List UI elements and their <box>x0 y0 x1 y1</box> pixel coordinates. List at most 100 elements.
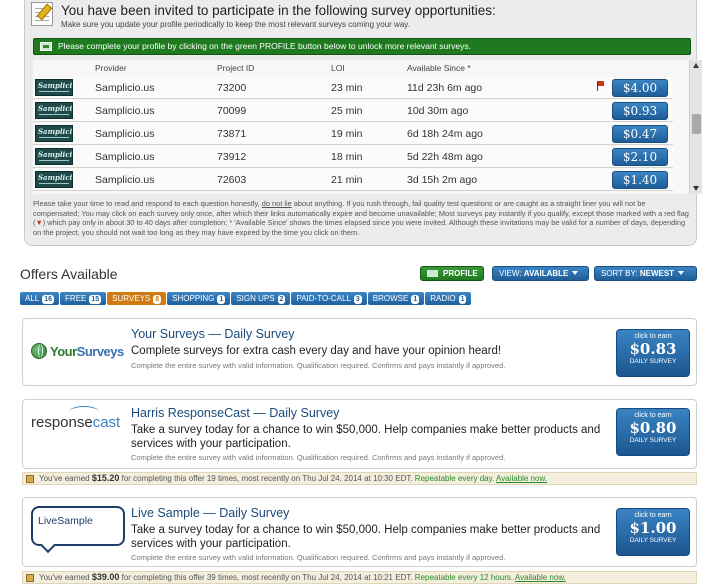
profile-button[interactable]: PROFILE <box>420 266 484 281</box>
table-row[interactable]: Samplicio.us Samplicio.us 73912 18 min 5… <box>33 146 673 168</box>
tab-browse[interactable]: BROWSE 1 <box>367 292 425 305</box>
view-value: AVAILABLE <box>523 269 569 278</box>
project-id-cell: 73912 <box>217 151 247 163</box>
profile-button-label: PROFILE <box>443 269 478 278</box>
available-now-link[interactable]: Available now. <box>515 573 566 582</box>
earn-caption: click to earn <box>634 333 672 340</box>
earn-amount: $0.80 <box>629 419 677 437</box>
scroll-thumb[interactable] <box>692 114 701 134</box>
available-now-link[interactable]: Available now. <box>496 474 547 483</box>
earn-amount: $0.83 <box>629 340 677 358</box>
sort-value: NEWEST <box>639 269 675 278</box>
table-row[interactable]: Samplicio.us Samplicio.us 73871 19 min 6… <box>33 123 673 145</box>
earned-amount: $39.00 <box>91 572 120 582</box>
offer-description: Take a survey today for a chance to win … <box>131 424 601 450</box>
table-row[interactable]: Samplicio.us Samplicio.us 70099 25 min 1… <box>33 100 673 122</box>
offer-name[interactable]: Your Surveys — Daily Survey <box>131 327 295 341</box>
col-available-since: Available Since * <box>407 63 471 73</box>
survey-table: Provider Project ID LOI Available Since … <box>33 60 695 194</box>
view-filter-dropdown[interactable]: VIEW: AVAILABLE <box>492 266 589 281</box>
invite-subtitle: Make sure you update your profile period… <box>61 20 410 29</box>
livesample-logo: LiveSample <box>31 506 125 546</box>
provider-cell: Samplicio.us <box>95 174 155 186</box>
click-to-earn-button[interactable]: click to earn $0.80 DAILY SURVEY <box>616 408 690 456</box>
logo-part: LiveSample <box>38 515 93 527</box>
sort-label: SORT BY: <box>601 269 638 278</box>
invite-title: You have been invited to participate in … <box>61 3 496 18</box>
project-id-cell: 72603 <box>217 174 247 186</box>
offer-name[interactable]: Harris ResponseCast — Daily Survey <box>131 406 339 420</box>
tab-count: 1 <box>411 295 420 304</box>
offer-category-tabs: ALL 16 FREE 15 SURVEYS 8 SHOPPING 1 SIGN UPS… <box>20 292 472 305</box>
survey-price-button[interactable]: $0.93 <box>612 102 668 120</box>
table-row[interactable]: Samplicio.us Samplicio.us 73200 23 min 1… <box>33 77 673 99</box>
offer-requirements: Complete the entire survey with valid in… <box>131 361 506 370</box>
samplicious-logo: Samplicio.us <box>35 79 73 96</box>
earned-amount: $15.20 <box>91 473 120 483</box>
click-to-earn-button[interactable]: click to earn $0.83 DAILY SURVEY <box>616 329 690 377</box>
survey-price-button[interactable]: $1.40 <box>612 171 668 189</box>
tab-label: SURVEYS <box>112 294 151 303</box>
loi-cell: 18 min <box>331 151 363 163</box>
logo-part: Your <box>50 343 77 359</box>
earned-history: You've earned $39.00 for completing this… <box>22 571 697 584</box>
scroll-up-icon[interactable] <box>693 63 699 68</box>
sort-dropdown[interactable]: SORT BY: NEWEST <box>594 266 697 281</box>
offer-card[interactable]: responsecast Harris ResponseCast — Daily… <box>22 399 697 469</box>
samplicious-logo: Samplicio.us <box>35 102 73 119</box>
your-surveys-wordmark: YourSurveys <box>50 344 124 359</box>
tab-paid-to-call[interactable]: PAID-TO-CALL 3 <box>291 292 367 305</box>
offer-requirements: Complete the entire survey with valid in… <box>131 553 506 562</box>
logo-swoosh <box>69 406 99 418</box>
tab-free[interactable]: FREE 15 <box>60 292 107 305</box>
earn-type: DAILY SURVEY <box>629 358 677 365</box>
click-to-earn-button[interactable]: click to earn $1.00 DAILY SURVEY <box>616 508 690 556</box>
provider-cell: Samplicio.us <box>95 105 155 117</box>
survey-price-button[interactable]: $0.47 <box>612 125 668 143</box>
profile-card-icon <box>40 42 52 51</box>
col-provider: Provider <box>95 63 127 73</box>
globe-icon <box>31 343 47 359</box>
offer-card[interactable]: YourSurveys Your Surveys — Daily Survey … <box>22 318 697 386</box>
tab-sign-ups[interactable]: SIGN UPS 2 <box>231 292 291 305</box>
earn-type: DAILY SURVEY <box>629 537 677 544</box>
survey-table-scrollbar[interactable] <box>689 60 702 194</box>
earned-prefix: You've earned <box>39 474 92 483</box>
tab-count: 8 <box>153 295 162 304</box>
scroll-down-icon[interactable] <box>693 186 699 191</box>
loi-cell: 21 min <box>331 174 363 186</box>
samplicious-logo: Samplicio.us <box>35 171 73 188</box>
earn-caption: click to earn <box>634 412 672 419</box>
since-cell: 3d 15h 2m ago <box>407 174 478 186</box>
tab-all[interactable]: ALL 16 <box>20 292 60 305</box>
profile-notice-text: Please complete your profile by clicking… <box>58 41 471 51</box>
table-row[interactable]: Samplicio.us Samplicio.us 72603 21 min 3… <box>33 169 673 191</box>
offer-card[interactable]: LiveSample Live Sample — Daily Survey Ta… <box>22 497 697 567</box>
red-flag-icon <box>597 81 604 91</box>
tab-label: FREE <box>65 294 87 303</box>
provider-cell: Samplicio.us <box>95 82 155 94</box>
earn-caption: click to earn <box>634 512 672 519</box>
offer-description: Complete surveys for extra cash every da… <box>131 345 502 357</box>
your-surveys-logo: YourSurveys <box>31 331 125 371</box>
red-flag-icon: ▼ <box>35 218 43 227</box>
disclaimer-text: ) which pay only in about 30 to 40 days … <box>33 218 686 237</box>
earn-type: DAILY SURVEY <box>629 437 677 444</box>
loi-cell: 23 min <box>331 82 363 94</box>
tab-surveys[interactable]: SURVEYS 8 <box>107 292 167 305</box>
tab-label: ALL <box>25 294 40 303</box>
disclaimer-emphasis: do not lie <box>261 199 292 208</box>
tab-shopping[interactable]: SHOPPING 1 <box>167 292 231 305</box>
col-loi: LOI <box>331 63 345 73</box>
tab-count: 16 <box>42 295 55 304</box>
profile-notice: Please complete your profile by clicking… <box>33 38 691 55</box>
survey-price-button[interactable]: $2.10 <box>612 148 668 166</box>
since-cell: 5d 22h 48m ago <box>407 151 483 163</box>
survey-table-header: Provider Project ID LOI Available Since … <box>33 60 673 76</box>
survey-price-button[interactable]: $4.00 <box>612 79 668 97</box>
tab-label: BROWSE <box>372 294 409 303</box>
offer-name[interactable]: Live Sample — Daily Survey <box>131 506 289 520</box>
repeatable-text: Repeatable every day. <box>414 474 495 483</box>
responsecast-logo: responsecast <box>31 406 125 454</box>
tab-radio[interactable]: RADIO 1 <box>425 292 472 305</box>
